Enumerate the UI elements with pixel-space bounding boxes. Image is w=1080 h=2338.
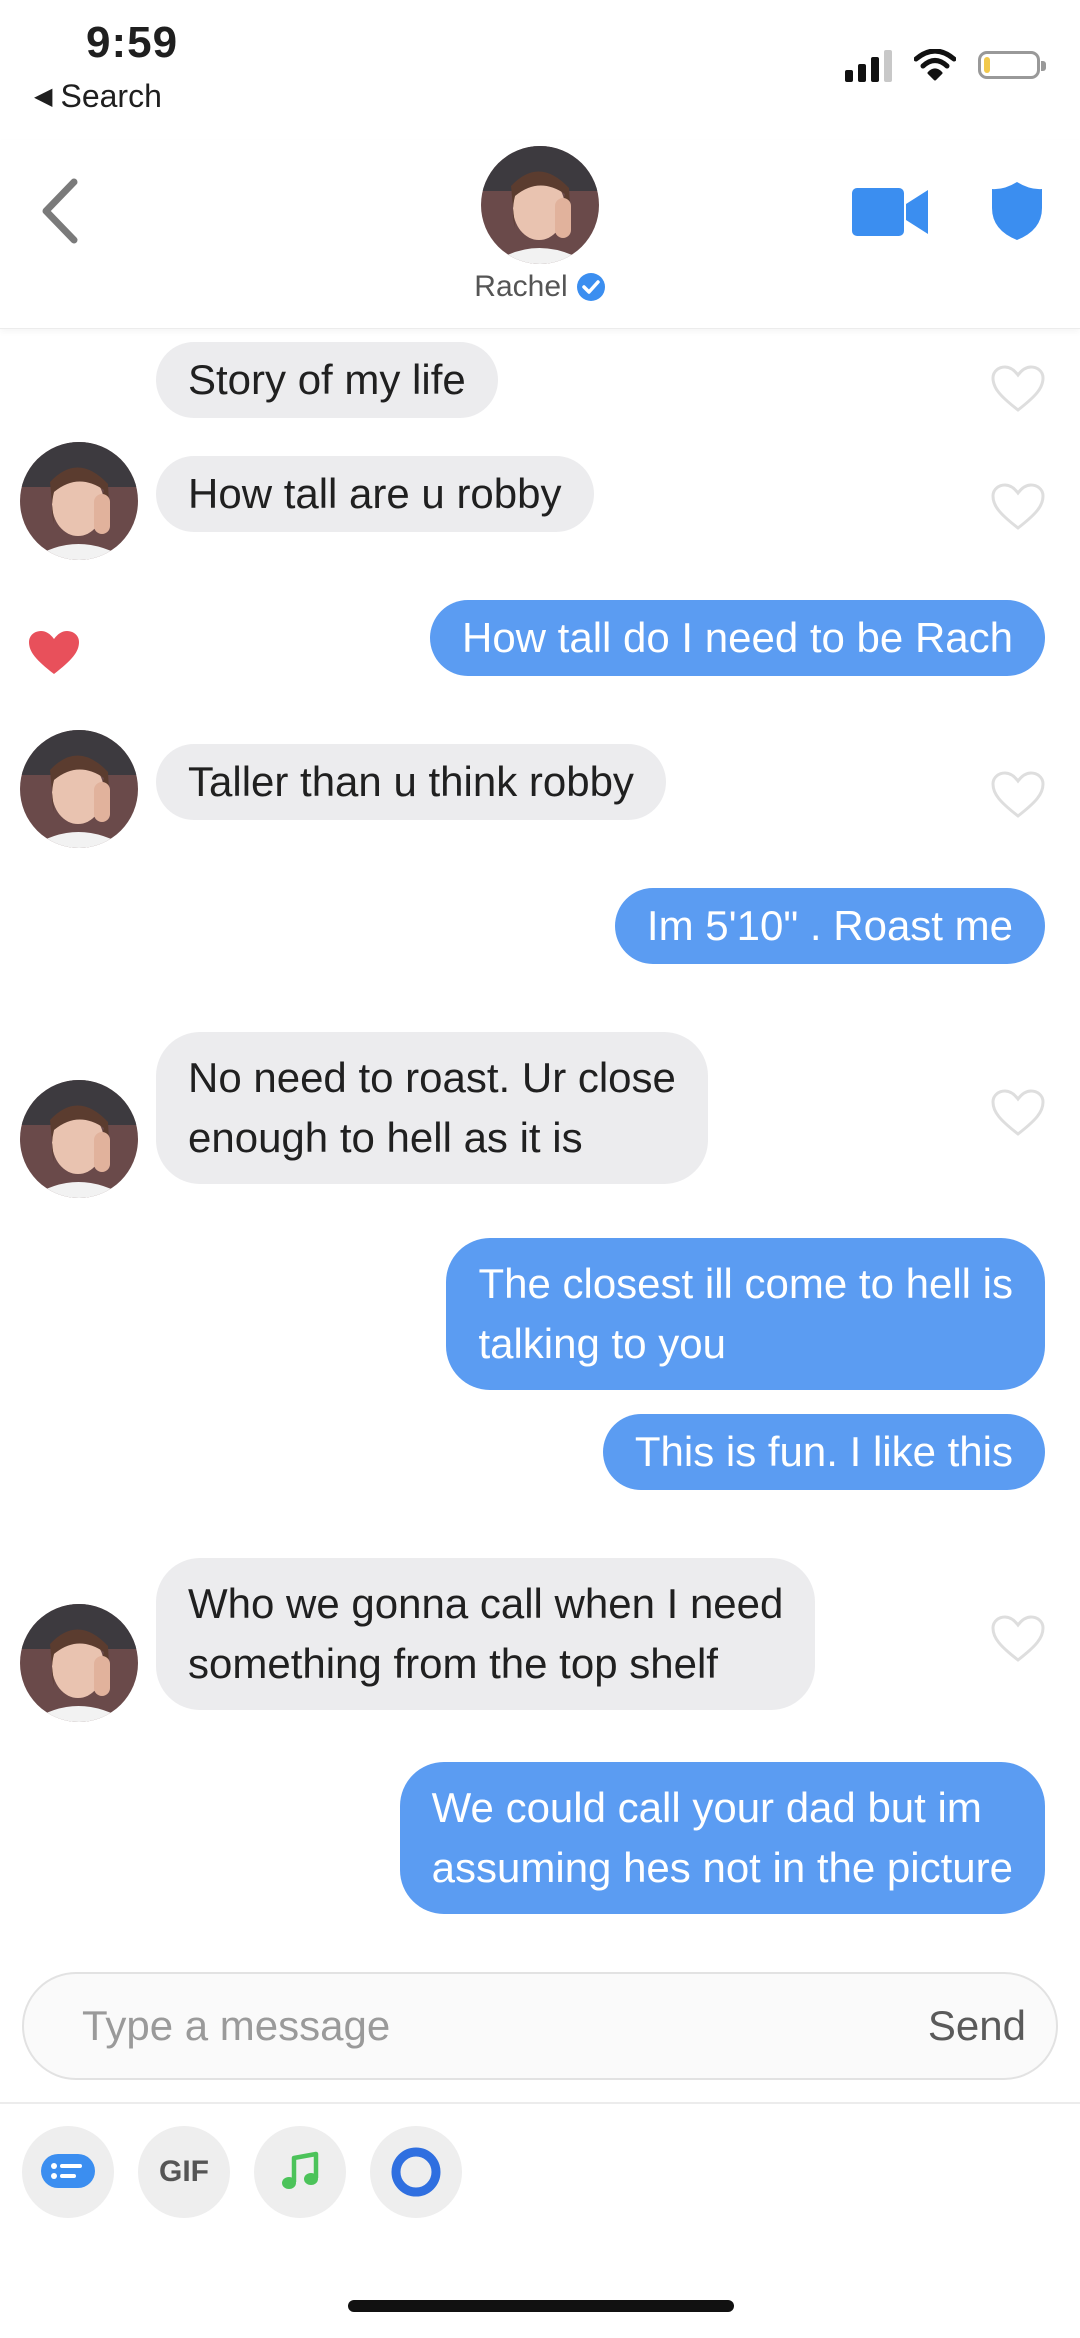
- message-bubble-received[interactable]: No need to roast. Ur close enough to hel…: [156, 1032, 708, 1184]
- heart-outline-icon[interactable]: [990, 770, 1046, 820]
- message-line: something from the top shelf: [188, 1640, 718, 1687]
- back-triangle-icon: ◀: [34, 83, 53, 110]
- message-bubble-received[interactable]: How tall are u robby: [156, 456, 594, 532]
- message-bubble-received[interactable]: Story of my life: [156, 342, 498, 418]
- message-bubble-received[interactable]: Taller than u think robby: [156, 744, 666, 820]
- match-avatar[interactable]: [481, 146, 599, 264]
- chat-header: Rachel: [0, 140, 1080, 329]
- sender-avatar[interactable]: [20, 442, 138, 560]
- music-button[interactable]: [254, 2126, 346, 2218]
- heart-liked-icon[interactable]: [26, 628, 82, 678]
- cellular-signal-icon: [845, 48, 892, 82]
- message-bubble-received[interactable]: Who we gonna call when I need something …: [156, 1558, 816, 1710]
- status-time: 9:59: [86, 18, 179, 67]
- message-line: No need to roast. Ur close: [188, 1054, 676, 1101]
- gif-button[interactable]: GIF: [138, 2126, 230, 2218]
- heart-outline-icon[interactable]: [990, 1614, 1046, 1664]
- chat-bubble-icon: [41, 2154, 95, 2188]
- video-call-icon[interactable]: [852, 186, 930, 238]
- match-name: Rachel: [474, 270, 568, 303]
- battery-icon: [978, 51, 1046, 79]
- sender-avatar[interactable]: [20, 730, 138, 848]
- verified-badge-icon: [576, 273, 605, 301]
- message-bubble-sent[interactable]: We could call your dad but im assuming h…: [399, 1762, 1045, 1914]
- message-bubble-sent[interactable]: This is fun. I like this: [602, 1414, 1045, 1490]
- heart-outline-icon[interactable]: [990, 364, 1046, 414]
- loop-button[interactable]: [370, 2126, 462, 2218]
- message-bubble-sent[interactable]: The closest ill come to hell is talking …: [446, 1238, 1045, 1390]
- match-name-row[interactable]: Rachel: [0, 270, 1080, 304]
- send-button[interactable]: Send: [928, 2002, 1026, 2050]
- heart-outline-icon[interactable]: [990, 482, 1046, 532]
- status-icons: [845, 48, 1046, 82]
- message-line: talking to you: [478, 1320, 726, 1367]
- home-indicator: [348, 2300, 734, 2312]
- message-line: The closest ill come to hell is: [478, 1260, 1013, 1307]
- sender-avatar[interactable]: [20, 1080, 138, 1198]
- gif-label: GIF: [159, 2155, 209, 2188]
- back-to-search-link[interactable]: ◀ Search: [34, 78, 162, 115]
- message-input-placeholder: Type a message: [82, 2002, 391, 2049]
- back-arrow-icon[interactable]: [36, 176, 86, 246]
- message-bubble-sent[interactable]: How tall do I need to be Rach: [429, 600, 1045, 676]
- message-line: enough to hell as it is: [188, 1114, 583, 1161]
- sender-avatar[interactable]: [20, 1604, 138, 1722]
- message-line: assuming hes not in the picture: [431, 1844, 1013, 1891]
- composer-divider: [0, 2102, 1080, 2104]
- wifi-icon: [914, 49, 956, 81]
- message-line: Who we gonna call when I need: [188, 1580, 784, 1627]
- heart-outline-icon[interactable]: [990, 1088, 1046, 1138]
- message-bubble-sent[interactable]: Im 5'10" . Roast me: [614, 888, 1045, 964]
- music-note-icon: [282, 2151, 319, 2189]
- message-input[interactable]: Type a message Send: [22, 1972, 1058, 2080]
- back-to-search-label: Search: [60, 78, 162, 114]
- message-templates-button[interactable]: [22, 2126, 114, 2218]
- safety-shield-icon[interactable]: [990, 180, 1044, 242]
- message-line: We could call your dad but im: [431, 1784, 982, 1831]
- ring-icon: [391, 2147, 441, 2197]
